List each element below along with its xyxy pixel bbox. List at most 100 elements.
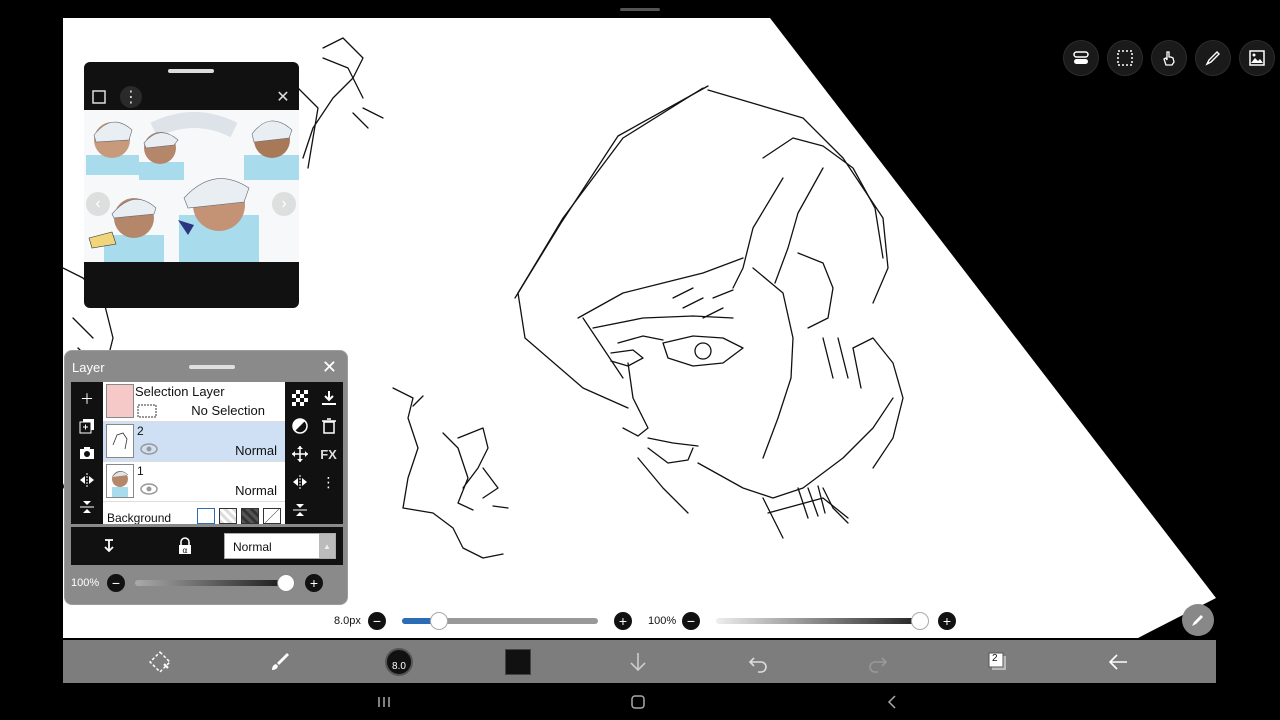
- layer-opacity-knob[interactable]: [277, 574, 295, 592]
- layer-row-1[interactable]: 1 Normal: [103, 462, 285, 502]
- layer-1-thumbnail: [106, 464, 134, 498]
- pen-tool-button[interactable]: [1195, 40, 1231, 76]
- brush-size-indicator[interactable]: 8.0: [385, 648, 413, 676]
- reference-close-button[interactable]: ✕: [272, 86, 294, 108]
- checker-icon: [291, 390, 308, 406]
- hand-icon: [1163, 51, 1175, 66]
- fx-label: FX: [320, 446, 337, 462]
- image-tool-button[interactable]: [1239, 40, 1275, 76]
- layer-panel-close-button[interactable]: ✕: [322, 357, 337, 378]
- add-layer-button[interactable]: ＋: [77, 389, 97, 409]
- reference-square-button[interactable]: [88, 86, 110, 108]
- toggle-settings-button[interactable]: [1063, 40, 1099, 76]
- trash-icon: [321, 418, 336, 434]
- arrow-down-icon: [630, 653, 646, 672]
- color-swatch[interactable]: [505, 649, 531, 675]
- layer-2-thumbnail: [106, 424, 134, 458]
- flip-horizontal-icon: [292, 475, 307, 489]
- system-back-button[interactable]: [882, 692, 902, 712]
- transform-icon: [149, 651, 171, 673]
- brush-size-minus-button[interactable]: −: [368, 612, 386, 630]
- reference-menu-button[interactable]: ⋮: [120, 86, 142, 108]
- chevron-left-icon: ‹: [95, 195, 101, 212]
- brush-size-knob[interactable]: [430, 612, 449, 630]
- brush-opacity-knob[interactable]: [911, 612, 929, 630]
- reference-drag-handle[interactable]: [168, 69, 214, 73]
- delete-layer-button[interactable]: [319, 416, 339, 436]
- background-transparent-swatch[interactable]: [219, 508, 237, 524]
- background-white-swatch[interactable]: [197, 508, 215, 524]
- brush-size-slider[interactable]: [402, 612, 598, 630]
- selection-icon: [1117, 50, 1133, 66]
- flip-layer-right-button[interactable]: [290, 472, 310, 492]
- layer-opacity-plus-button[interactable]: +: [305, 574, 323, 592]
- reference-artwork: [84, 110, 299, 262]
- layer-2-preview: [112, 432, 128, 450]
- floating-pen-button[interactable]: [1182, 604, 1214, 636]
- download-layer-button[interactable]: [319, 388, 339, 408]
- clipping-button[interactable]: [290, 416, 310, 436]
- brush-tool-button[interactable]: [266, 648, 294, 676]
- top-drag-handle[interactable]: [620, 8, 660, 11]
- reference-image: [84, 110, 299, 262]
- touch-tool-button[interactable]: [1151, 40, 1187, 76]
- checker-button[interactable]: [290, 388, 310, 408]
- square-icon: [92, 90, 106, 104]
- back-button[interactable]: [1104, 648, 1132, 676]
- background-none-swatch[interactable]: [263, 508, 281, 524]
- layer-panel: Layer ✕ ＋ Selection Layer No Selection 2…: [64, 350, 348, 605]
- chevron-right-icon: ›: [281, 195, 287, 212]
- download-icon: [321, 391, 336, 405]
- brush-opacity-plus-button[interactable]: +: [938, 612, 956, 630]
- flip-horizontal-icon: [80, 472, 94, 487]
- reference-prev-button[interactable]: ‹: [86, 192, 110, 216]
- brush-opacity-slider[interactable]: [716, 612, 929, 630]
- layer-1-preview: [111, 471, 129, 497]
- selection-layer-row[interactable]: Selection Layer No Selection: [103, 382, 285, 422]
- alpha-lock-icon: α: [179, 537, 191, 555]
- layer-row-2[interactable]: 2 Normal: [103, 422, 285, 462]
- layer-opacity-minus-button[interactable]: −: [107, 574, 125, 592]
- selection-tool-button[interactable]: [1107, 40, 1143, 76]
- duplicate-layer-button[interactable]: [77, 416, 97, 436]
- blend-mode-select[interactable]: Normal ▲: [224, 533, 336, 559]
- flip-layer-button[interactable]: [77, 470, 97, 490]
- eye-icon[interactable]: [139, 442, 159, 456]
- brush-size-dot-value: 8.0: [392, 661, 406, 672]
- image-icon: [1249, 50, 1265, 66]
- undo-button[interactable]: [744, 648, 772, 676]
- brush-size-plus-button[interactable]: +: [614, 612, 632, 630]
- clip-down-button[interactable]: [99, 536, 119, 556]
- reference-window[interactable]: ⋮ ✕ ‹ ›: [84, 62, 299, 308]
- move-layer-button[interactable]: [290, 444, 310, 464]
- redo-button[interactable]: [864, 648, 892, 676]
- layer-blend-bar: α Normal ▲: [71, 527, 343, 565]
- layers-button[interactable]: 2: [984, 648, 1012, 676]
- merge-layer-button[interactable]: [77, 497, 97, 517]
- more-vertical-icon: ⋮: [123, 89, 139, 106]
- move-down-button[interactable]: [624, 648, 652, 676]
- eye-icon[interactable]: [139, 482, 159, 496]
- reference-next-button[interactable]: ›: [272, 192, 296, 216]
- background-dark-swatch[interactable]: [241, 508, 259, 524]
- copy-layer-icon: [79, 419, 94, 434]
- brush-opacity-minus-button[interactable]: −: [682, 612, 700, 630]
- app-screen: ⋮ ✕ ‹ › Layer ✕ ＋ Selection Layer No Sel…: [0, 0, 1280, 720]
- merge-layer-right-button[interactable]: [290, 500, 310, 520]
- fx-button[interactable]: FX: [319, 444, 339, 464]
- transform-tool-button[interactable]: [146, 648, 174, 676]
- plus-icon: ＋: [80, 391, 94, 408]
- recent-apps-button[interactable]: [374, 692, 394, 712]
- camera-layer-button[interactable]: [77, 443, 97, 463]
- layer-more-button[interactable]: ⋮: [319, 472, 339, 492]
- merge-down-icon: [292, 504, 307, 516]
- layer-panel-drag-handle[interactable]: [189, 365, 235, 369]
- system-navigation-bar: [0, 684, 1280, 720]
- chevron-left-icon: [887, 695, 896, 709]
- selection-dashed-icon: [137, 404, 157, 418]
- home-button[interactable]: [628, 692, 648, 712]
- layer-left-toolbar: ＋: [71, 382, 103, 524]
- brush-size-slider-row: 8.0px − +: [334, 612, 632, 630]
- layer-opacity-slider[interactable]: [135, 574, 295, 592]
- alpha-lock-button[interactable]: α: [175, 536, 195, 556]
